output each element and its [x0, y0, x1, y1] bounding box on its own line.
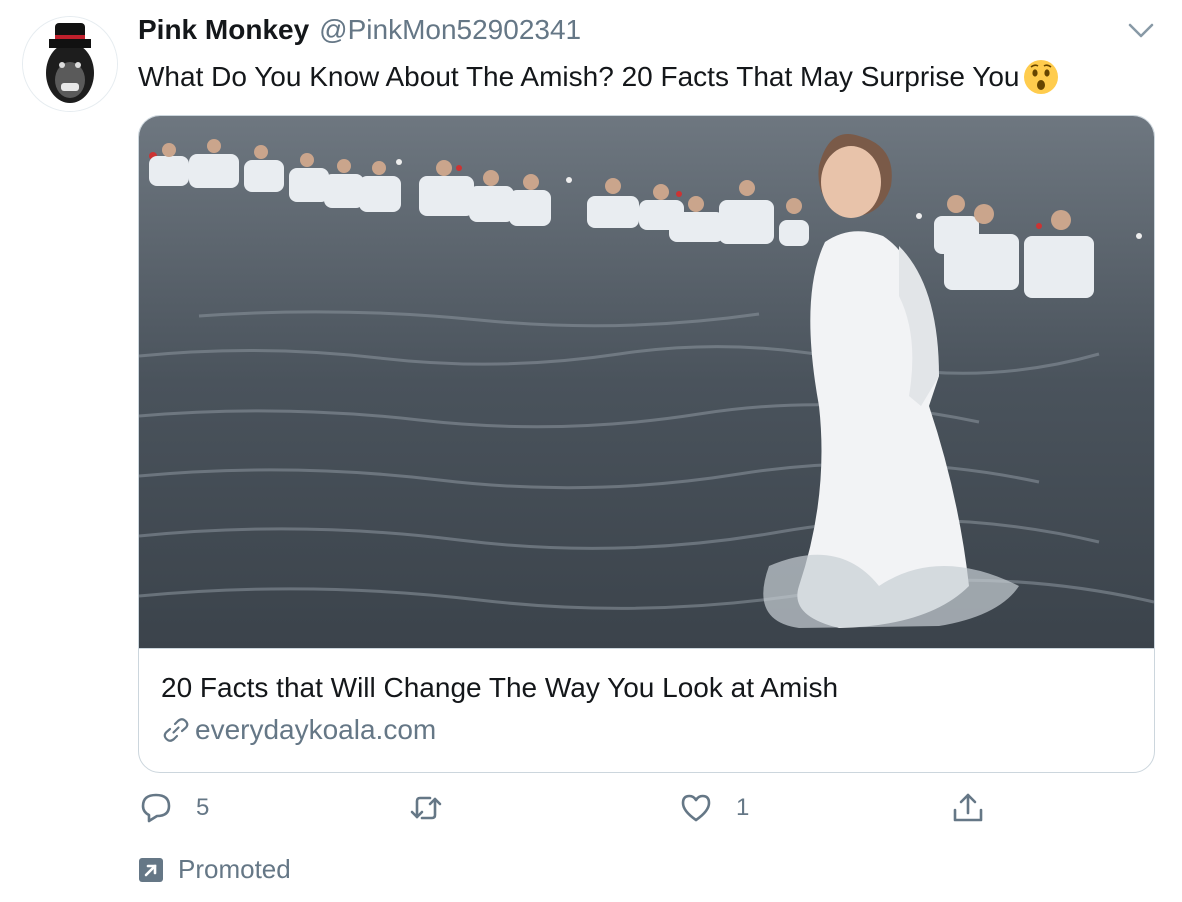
card-domain-text: everydaykoala.com	[195, 714, 437, 745]
promoted-arrow-icon	[139, 857, 163, 882]
promoted-label[interactable]: Promoted	[138, 854, 291, 885]
tweet-text-content: What Do You Know About The Amish? 20 Fac…	[138, 61, 1020, 92]
share-button[interactable]	[950, 790, 986, 826]
like-count: 1	[736, 794, 750, 821]
reply-button[interactable]: 5	[138, 790, 209, 826]
heart-icon	[681, 794, 711, 822]
chevron-down-icon[interactable]	[1124, 18, 1158, 44]
card-image	[139, 116, 1154, 649]
share-icon	[953, 793, 983, 822]
retweet-icon	[410, 796, 442, 820]
author-display-name[interactable]: Pink Monkey	[138, 14, 309, 46]
author-handle[interactable]: @PinkMon52902341	[319, 14, 581, 46]
link-icon	[163, 718, 189, 742]
author-avatar[interactable]	[22, 16, 118, 112]
card-domain: everydaykoala.com	[161, 714, 436, 746]
card-title: 20 Facts that Will Change The Way You Lo…	[161, 672, 839, 703]
retweet-button[interactable]	[408, 790, 466, 826]
promoted-text: Promoted	[178, 854, 291, 884]
like-button[interactable]: 1	[678, 790, 749, 826]
reply-count: 5	[196, 794, 210, 821]
reply-icon	[141, 793, 171, 823]
astonished-face-icon	[1022, 58, 1060, 96]
tweet-header: Pink Monkey @PinkMon52902341	[138, 14, 581, 54]
tweet-text: What Do You Know About The Amish? 20 Fac…	[138, 58, 1060, 96]
tweet-actions: 5 1	[138, 790, 998, 834]
link-card[interactable]: 20 Facts that Will Change The Way You Lo…	[138, 115, 1155, 773]
